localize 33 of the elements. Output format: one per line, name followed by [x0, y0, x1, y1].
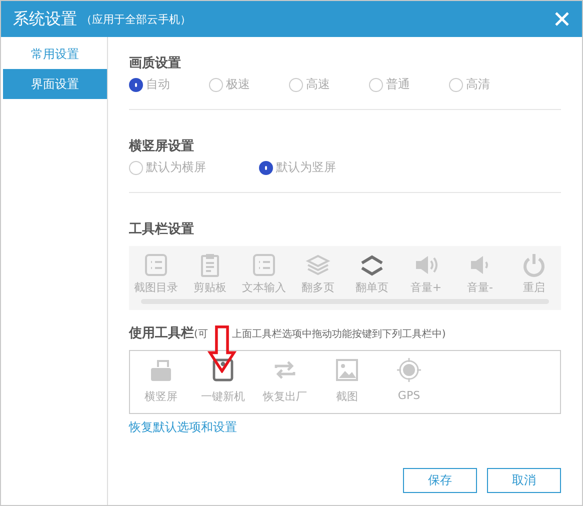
- radio-label: 默认为横屏: [146, 159, 206, 176]
- tool-label: 截图: [336, 389, 358, 404]
- radio-label: 高速: [306, 76, 330, 93]
- hint-text: 上面工具栏选项中拖动功能按键到下列工具栏中): [232, 328, 446, 341]
- hint-text: (可: [194, 328, 208, 341]
- tool-label: 一键新机: [201, 389, 245, 404]
- tool-label: 截图目录: [134, 280, 178, 295]
- sidebar-item[interactable]: 界面设置: [3, 69, 107, 99]
- tool-label: 翻单页: [356, 280, 388, 295]
- tool-label: 音量-: [467, 280, 493, 295]
- radio-label: 极速: [226, 76, 250, 93]
- tool-label: 文本输入: [242, 280, 286, 295]
- tool-label: 音量+: [410, 280, 442, 295]
- radio-label: 高清: [466, 76, 490, 93]
- tool-label: 重启: [523, 280, 545, 295]
- save-button[interactable]: 保存: [403, 468, 477, 493]
- tool-label: 恢复出厂: [263, 389, 307, 404]
- sidebar-item[interactable]: 常用设置: [3, 39, 107, 69]
- radio-label: 普通: [386, 76, 410, 93]
- section-heading: 画质设置: [129, 55, 182, 73]
- radio-label: 自动: [146, 76, 170, 93]
- tool-label: 翻多页: [302, 280, 334, 295]
- section-heading: 工具栏设置: [129, 221, 195, 239]
- section-heading: 使用工具栏: [129, 325, 194, 343]
- tool-label: 横竖屏: [144, 389, 178, 404]
- radio-label: 默认为竖屏: [276, 159, 336, 176]
- window-subtitle: （应用于全部云手机）: [81, 12, 191, 26]
- section-heading: 横竖屏设置: [129, 138, 195, 156]
- window-title: 系统设置: [13, 8, 77, 30]
- tool-label: 剪贴板: [194, 280, 226, 295]
- restore-defaults-link[interactable]: 恢复默认选项和设置: [129, 419, 237, 436]
- tool-label: GPS: [398, 389, 420, 402]
- cancel-button[interactable]: 取消: [487, 468, 561, 493]
